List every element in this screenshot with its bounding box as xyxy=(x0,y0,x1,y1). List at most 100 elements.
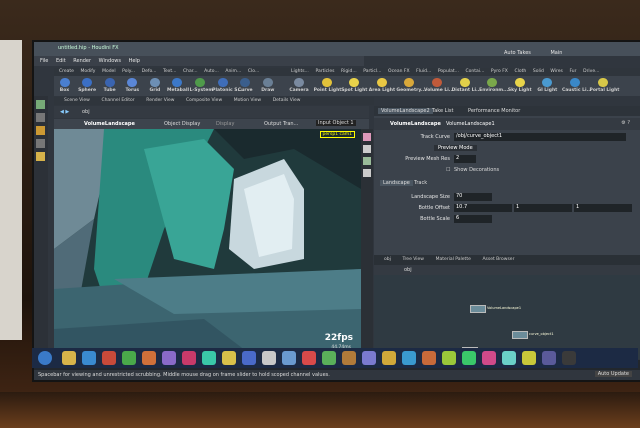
app-icon[interactable] xyxy=(222,351,236,365)
app-icon[interactable] xyxy=(242,351,256,365)
app-icon[interactable] xyxy=(362,351,376,365)
tool-sphere[interactable]: Sphere xyxy=(77,77,98,93)
tool-spot-light[interactable]: Spot Light xyxy=(341,77,367,93)
bottle-scale-field[interactable]: 6 xyxy=(454,215,492,223)
shelf-tab[interactable]: Clo... xyxy=(248,69,259,74)
auto-update-button[interactable]: Auto Update xyxy=(594,371,632,377)
shelf-tab[interactable]: Particles xyxy=(315,69,334,74)
tool-environment-light[interactable]: Environm... xyxy=(479,77,508,93)
start-button-icon[interactable] xyxy=(38,351,52,365)
shelf-tab[interactable]: Pyro FX xyxy=(491,69,508,74)
node-curve-object[interactable]: curve_object1 xyxy=(512,331,554,339)
shelf-tab[interactable]: Rigid... xyxy=(341,69,357,74)
tab-channel-editor[interactable]: Channel Editor xyxy=(101,98,134,103)
shelf-tab[interactable]: Model xyxy=(102,69,116,74)
menu-edit[interactable]: Edit xyxy=(56,58,66,64)
back-arrow-icon[interactable]: ◀ ▶ xyxy=(60,109,69,115)
ie-icon[interactable] xyxy=(82,351,96,365)
select-tool-icon[interactable] xyxy=(36,100,45,109)
bottle-offset-y-field[interactable]: 1 xyxy=(514,204,572,212)
landscape-size-field[interactable]: 70 xyxy=(454,193,492,201)
shelf-tab[interactable]: Anim... xyxy=(225,69,241,74)
app-icon[interactable] xyxy=(322,351,336,365)
tool-draw[interactable]: Draw xyxy=(257,77,278,93)
desktop-select[interactable]: Main xyxy=(550,50,562,56)
tool-curve[interactable]: Curve xyxy=(235,77,256,93)
tool-camera[interactable]: Camera xyxy=(286,77,312,93)
shelf-tab[interactable]: Populat... xyxy=(438,69,459,74)
tool-metaball[interactable]: Metaball xyxy=(167,77,189,93)
tab-obj[interactable]: obj xyxy=(384,257,391,262)
tool-gi-light[interactable]: GI Light xyxy=(534,77,560,93)
tool-portal-light[interactable]: Portal Light xyxy=(590,77,619,93)
node-name-field[interactable]: VolumeLandscape1 xyxy=(446,121,495,127)
display-option-icon[interactable] xyxy=(363,133,371,141)
track-curve-field[interactable]: /obj/curve_object1 xyxy=(454,133,626,141)
shelf-tab[interactable]: Char... xyxy=(183,69,197,74)
app-icon[interactable] xyxy=(342,351,356,365)
tab-details-view[interactable]: Details View xyxy=(273,98,301,103)
lighting-icon[interactable] xyxy=(363,169,371,177)
tool-torus[interactable]: Torus xyxy=(122,77,143,93)
object-display-toggle[interactable]: Object Display xyxy=(164,121,200,127)
display-toggle[interactable]: Display xyxy=(216,121,234,127)
tab-composite-view[interactable]: Composite View xyxy=(186,98,222,103)
tool-sky-light[interactable]: Sky Light xyxy=(507,77,533,93)
tool-distant-light[interactable]: Distant Li... xyxy=(452,77,481,93)
app-icon[interactable] xyxy=(422,351,436,365)
explorer-icon[interactable] xyxy=(62,351,76,365)
shelf-tab[interactable]: Text... xyxy=(163,69,176,74)
app-icon[interactable] xyxy=(182,351,196,365)
shaded-icon[interactable] xyxy=(363,157,371,165)
app-icon[interactable] xyxy=(302,351,316,365)
shelf-tab[interactable]: Fur xyxy=(569,69,576,74)
app-icon[interactable] xyxy=(162,351,176,365)
tab-volume-landscape[interactable]: VolumeLandscape2 xyxy=(378,108,433,114)
tab-track[interactable]: Track xyxy=(414,180,427,186)
shelf-tab[interactable]: Defo... xyxy=(142,69,157,74)
app-icon[interactable] xyxy=(482,351,496,365)
tool-area-light[interactable]: Area Light xyxy=(369,77,395,93)
tool-tube[interactable]: Tube xyxy=(99,77,120,93)
app-icon[interactable] xyxy=(262,351,276,365)
app-icon[interactable] xyxy=(502,351,516,365)
app-icon[interactable] xyxy=(382,351,396,365)
shelf-tab[interactable]: Solid xyxy=(533,69,544,74)
rotate-tool-icon[interactable] xyxy=(36,126,45,135)
shelf-tab[interactable]: Drive... xyxy=(583,69,599,74)
tab-tree-view[interactable]: Tree View xyxy=(402,257,424,262)
tool-platonic[interactable]: Platonic S... xyxy=(212,77,243,93)
checkbox[interactable]: ☐ xyxy=(446,167,450,173)
shelf-tab[interactable]: Wires xyxy=(550,69,562,74)
move-tool-icon[interactable] xyxy=(36,113,45,122)
shelf-tab[interactable]: Poly... xyxy=(122,69,135,74)
tool-grid[interactable]: Grid xyxy=(144,77,165,93)
scale-tool-icon[interactable] xyxy=(36,139,45,148)
shelf-tab[interactable]: Lights... xyxy=(291,69,309,74)
network-editor[interactable]: VolumeLandscape1 curve_object1 cam1 xyxy=(374,275,640,359)
preview-mode-toggle[interactable]: Preview Mode xyxy=(434,145,477,151)
shelf-tab[interactable]: Create xyxy=(59,69,74,74)
menu-file[interactable]: File xyxy=(40,58,48,64)
network-path[interactable]: obj xyxy=(404,267,412,273)
menu-render[interactable]: Render xyxy=(73,58,91,64)
viewport-path[interactable]: obj xyxy=(82,109,90,115)
tool-point-light[interactable]: Point Light xyxy=(314,77,341,93)
app-icon[interactable] xyxy=(542,351,556,365)
shelf-tab[interactable]: Modify xyxy=(81,69,96,74)
app-icon[interactable] xyxy=(202,351,216,365)
tool-box[interactable]: Box xyxy=(54,77,75,93)
tray-icon[interactable] xyxy=(562,351,576,365)
shelf-tab[interactable]: Fluid... xyxy=(416,69,431,74)
app-icon[interactable] xyxy=(402,351,416,365)
wireframe-icon[interactable] xyxy=(363,145,371,153)
auto-takes-label[interactable]: Auto Takes xyxy=(504,50,531,56)
app-icon[interactable] xyxy=(522,351,536,365)
bottle-offset-x-field[interactable]: 10.7 xyxy=(454,204,512,212)
app-icon[interactable] xyxy=(462,351,476,365)
shelf-tab[interactable]: Contai... xyxy=(466,69,485,74)
app-icon[interactable] xyxy=(102,351,116,365)
preview-mesh-res-field[interactable]: 2 xyxy=(454,155,476,163)
tool-volume-light[interactable]: Volume Li... xyxy=(424,77,454,93)
input-object-select[interactable]: Input Object 1 xyxy=(316,120,356,126)
